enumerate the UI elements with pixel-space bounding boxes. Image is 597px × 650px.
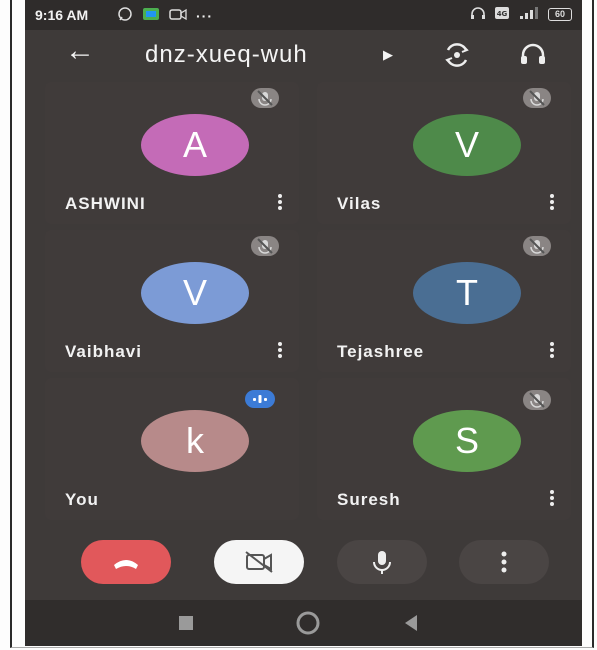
participant-name: Vilas <box>337 194 382 213</box>
headphones-status-icon <box>470 6 486 23</box>
battery-icon: 60 <box>547 8 572 21</box>
more-vert-icon[interactable] <box>549 340 555 360</box>
back-icon <box>405 615 417 631</box>
hang-up-icon <box>114 560 138 569</box>
participant-name: Tejashree <box>337 342 425 361</box>
more-vert-icon[interactable] <box>277 340 283 360</box>
status-time: 9:16 AM <box>35 7 89 23</box>
whatsapp-icon <box>117 6 133 25</box>
mic-muted-icon <box>251 236 279 256</box>
mic-muted-icon <box>523 88 551 108</box>
participant-tile-ashwini[interactable]: A ASHWINI <box>45 82 299 224</box>
avatar-initial: V <box>182 272 207 313</box>
participant-tile-tejashree[interactable]: T Tejashree <box>317 230 571 372</box>
mic-muted-icon <box>523 236 551 256</box>
meeting-header: ← dnz-xueq-wuh ▶ <box>25 30 582 78</box>
speaking-indicator-icon <box>245 390 275 408</box>
signal-icon <box>518 6 540 23</box>
avatar-initial: S <box>454 420 479 461</box>
mic-muted-icon <box>251 88 279 108</box>
volte-icon: 4G <box>494 6 510 23</box>
microphone-button[interactable] <box>337 540 427 584</box>
participant-tile-vilas[interactable]: V Vilas <box>317 82 571 224</box>
chevron-right-icon[interactable]: ▶ <box>383 47 393 63</box>
avatar-initial: V <box>454 124 479 165</box>
end-call-button[interactable] <box>81 540 171 584</box>
more-vert-icon[interactable] <box>549 192 555 212</box>
participant-name: ASHWINI <box>65 194 146 213</box>
participant-name: Vaibhavi <box>65 342 142 361</box>
status-bar: 9:16 AM ··· 4G 60 <box>25 0 582 30</box>
nav-buttons <box>179 611 417 635</box>
more-options-button[interactable] <box>459 540 549 584</box>
more-vert-icon[interactable] <box>549 488 555 508</box>
gallery-icon <box>142 7 160 24</box>
video-icon <box>169 7 187 24</box>
meeting-code-title[interactable]: dnz-xueq-wuh <box>145 41 308 69</box>
recents-icon <box>179 616 193 630</box>
avatar: V <box>413 114 521 176</box>
avatar: S <box>413 410 521 472</box>
more-vert-icon[interactable] <box>277 192 283 212</box>
more-notifications-icon: ··· <box>196 7 213 24</box>
headphones-audio-icon[interactable] <box>518 40 548 70</box>
avatar-initial: k <box>186 420 204 461</box>
video-off-icon <box>245 551 273 573</box>
participant-tile-you[interactable]: k You <box>45 378 299 520</box>
camera-off-button[interactable] <box>214 540 304 584</box>
avatar: V <box>141 262 249 324</box>
back-arrow-icon[interactable]: ← <box>65 36 95 66</box>
avatar: k <box>141 410 249 472</box>
svg-text:4G: 4G <box>497 10 508 18</box>
call-controls <box>25 528 582 596</box>
avatar-initial: T <box>456 272 478 313</box>
microphone-icon <box>373 551 391 574</box>
switch-camera-icon[interactable] <box>442 40 472 70</box>
avatar: T <box>413 262 521 324</box>
battery-level: 60 <box>554 9 565 19</box>
status-right-icons: 4G 60 <box>470 6 572 23</box>
phone-screen: 9:16 AM ··· 4G 60 ← dnz-xueq-wuh ▶ A ASH… <box>25 0 582 646</box>
participant-name: Suresh <box>337 490 401 509</box>
home-icon <box>296 611 320 635</box>
avatar-initial: A <box>182 124 207 165</box>
avatar: A <box>141 114 249 176</box>
participant-tile-suresh[interactable]: S Suresh <box>317 378 571 520</box>
participant-tile-vaibhavi[interactable]: V Vaibhavi <box>45 230 299 372</box>
navigation-bar <box>25 600 582 646</box>
more-vert-icon <box>501 551 507 573</box>
mic-muted-icon <box>523 390 551 410</box>
status-left-icons: ··· <box>117 6 213 25</box>
participant-name: You <box>65 490 99 509</box>
